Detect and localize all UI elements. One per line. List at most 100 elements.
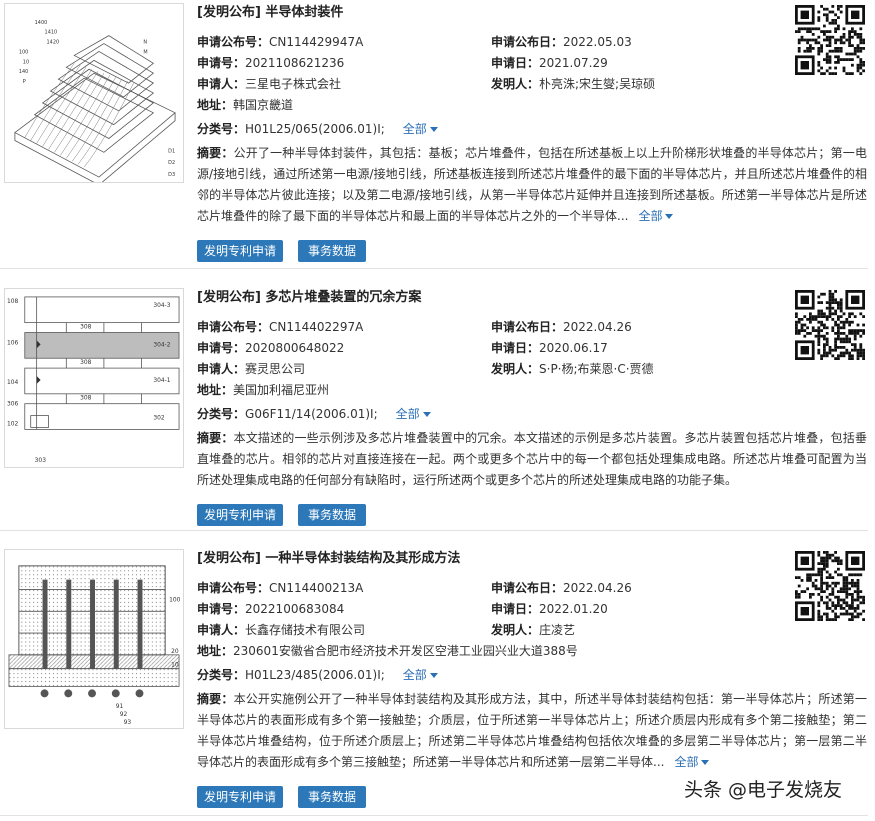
app-date-row: 申请日：2022.01.20 bbox=[491, 602, 608, 616]
classification-row: 分类号：H01L25/065(2006.01)I; 全部 bbox=[197, 118, 872, 140]
patent-application-button[interactable]: 发明专利申请 bbox=[197, 240, 283, 262]
figure-label: 20 bbox=[171, 648, 179, 655]
app-no-value: 2020800648022 bbox=[245, 341, 345, 355]
app-no-row: 申请号：2020800648022 bbox=[197, 341, 345, 355]
record-actions: 发明专利申请 事务数据 bbox=[197, 240, 872, 264]
inventor-row: 发明人：S·P·杨;布莱恩·C·贾德 bbox=[491, 362, 654, 376]
app-no-row: 申请号：2021108621236 bbox=[197, 56, 345, 70]
abstract-text: 本公开实施例公开了一种半导体封装结构及其形成方法，其中，所述半导体封装结构包括：… bbox=[197, 692, 867, 769]
figure-label: 102 bbox=[7, 420, 19, 427]
classification-value: G06F11/14(2006.01)I; bbox=[245, 407, 378, 421]
applicant-value: 三星电子株式会社 bbox=[245, 77, 342, 91]
record-title-text[interactable]: 半导体封装件 bbox=[265, 5, 343, 20]
record-meta-grid: 申请公布号：CN114429947A 申请公布日：2022.05.03 申请号：… bbox=[197, 32, 872, 95]
figure-label: 100 bbox=[169, 596, 181, 603]
record-title-text[interactable]: 多芯片堆叠装置的冗余方案 bbox=[265, 290, 421, 305]
figure-label: 304-2 bbox=[153, 341, 170, 348]
patent-drawing-thumbnail[interactable]: 108 106 104 102 306 303 304-3 304-2 304-… bbox=[4, 288, 184, 468]
address-row: 地址：美国加利福尼亚州 bbox=[197, 383, 330, 397]
chevron-down-icon bbox=[701, 760, 710, 765]
pub-date-value: 2022.05.03 bbox=[563, 35, 632, 49]
figure-label: 91 bbox=[116, 703, 124, 710]
pub-date-row: 申请公布日：2022.04.26 bbox=[491, 581, 632, 595]
record-title[interactable]: [发明公布] 半导体封装件 bbox=[197, 3, 872, 23]
record-title[interactable]: [发明公布] 多芯片堆叠装置的冗余方案 bbox=[197, 288, 872, 308]
legal-events-button[interactable]: 事务数据 bbox=[298, 504, 366, 526]
app-date-value: 2020.06.17 bbox=[539, 341, 608, 355]
address-row: 地址：230601安徽省合肥市经济技术开发区空港工业园兴业大道388号 bbox=[197, 644, 578, 658]
abstract: 摘要：公开了一种半导体封装件，其包括：基板；芯片堆叠件，包括在所述基板上以上升阶… bbox=[197, 146, 867, 223]
show-all-classes-link[interactable]: 全部 bbox=[403, 122, 438, 136]
chevron-down-icon bbox=[429, 127, 438, 132]
record-meta-grid: 申请公布号：CN114402297A 申请公布日：2022.04.26 申请号：… bbox=[197, 317, 872, 380]
svg-text:100: 100 bbox=[19, 49, 28, 55]
svg-text:P: P bbox=[23, 79, 26, 85]
expand-abstract-link[interactable]: 全部 bbox=[674, 755, 710, 769]
patent-application-button[interactable]: 发明专利申请 bbox=[197, 786, 283, 808]
figure-label: 108 bbox=[7, 298, 19, 305]
svg-text:N: N bbox=[143, 40, 147, 46]
figure-label: 303 bbox=[35, 457, 47, 464]
record-title-text[interactable]: 一种半导体封装结构及其形成方法 bbox=[265, 551, 460, 566]
patent-drawing-thumbnail[interactable]: 100 20 10 91 92 93 bbox=[4, 549, 184, 729]
applicant-row: 申请人：赛灵思公司 bbox=[197, 362, 306, 376]
applicant-value: 长鑫存储技术有限公司 bbox=[245, 623, 366, 637]
record-type-tag: [发明公布] bbox=[197, 290, 261, 305]
record-content: [发明公布] 多芯片堆叠装置的冗余方案 申请公布号：CN114402297A 申… bbox=[197, 288, 872, 528]
patent-application-button[interactable]: 发明专利申请 bbox=[197, 504, 283, 526]
pub-date-row: 申请公布日：2022.04.26 bbox=[491, 320, 632, 334]
figure-label: 304-1 bbox=[153, 377, 170, 384]
record-title[interactable]: [发明公布] 一种半导体封装结构及其形成方法 bbox=[197, 549, 872, 569]
svg-text:10: 10 bbox=[23, 59, 29, 65]
qr-code-icon bbox=[795, 5, 865, 75]
pub-no-row: 申请公布号：CN114402297A bbox=[197, 320, 364, 334]
qr-code-graphic bbox=[795, 290, 865, 360]
legal-events-button[interactable]: 事务数据 bbox=[298, 786, 366, 808]
record-type-tag: [发明公布] bbox=[197, 551, 261, 566]
svg-text:140: 140 bbox=[19, 69, 28, 75]
chevron-down-icon bbox=[429, 673, 438, 678]
record-divider bbox=[0, 530, 868, 531]
classification-value: H01L23/485(2006.01)I; bbox=[245, 668, 385, 682]
figure-label: 306 bbox=[7, 401, 19, 408]
stacked-chip-drawing: 1400 1410 1420 100 10 140 P NM D1 D2 D3 bbox=[14, 20, 176, 182]
abstract-text: 本文描述的一些示例涉及多芯片堆叠装置中的冗余。本文描述的示例是多芯片装置。多芯片… bbox=[197, 431, 867, 487]
pub-date-row: 申请公布日：2022.05.03 bbox=[491, 35, 632, 49]
classification-row: 分类号：G06F11/14(2006.01)I; 全部 bbox=[197, 403, 872, 425]
record-content: [发明公布] 半导体封装件 申请公布号：CN114429947A 申请公布日：2… bbox=[197, 3, 872, 264]
app-no-value: 2021108621236 bbox=[245, 56, 345, 70]
address-value: 韩国京畿道 bbox=[233, 98, 294, 112]
qr-code-icon bbox=[795, 551, 865, 621]
inventor-row: 发明人：庄凌艺 bbox=[491, 623, 576, 637]
figure-label: 302 bbox=[153, 415, 165, 422]
applicant-row: 申请人：长鑫存储技术有限公司 bbox=[197, 623, 366, 637]
address-value: 230601安徽省合肥市经济技术开发区空港工业园兴业大道388号 bbox=[233, 644, 578, 658]
expand-abstract-link[interactable]: 全部 bbox=[638, 209, 674, 223]
app-date-value: 2022.01.20 bbox=[539, 602, 608, 616]
figure-label: 10 bbox=[171, 662, 179, 669]
figure-label: 304-3 bbox=[153, 302, 170, 309]
show-all-classes-link[interactable]: 全部 bbox=[396, 407, 431, 421]
figure-label: 308 bbox=[80, 395, 92, 402]
record-actions: 发明专利申请 事务数据 bbox=[197, 504, 872, 528]
address-row: 地址：韩国京畿道 bbox=[197, 98, 294, 112]
pub-no-row: 申请公布号：CN114400213A bbox=[197, 581, 364, 595]
address-value: 美国加利福尼亚州 bbox=[233, 383, 330, 397]
show-all-classes-link[interactable]: 全部 bbox=[403, 668, 438, 682]
patent-drawing-thumbnail[interactable]: 1400 1410 1420 100 10 140 P NM D1 D2 D3 bbox=[4, 3, 184, 183]
pub-no-value: CN114402297A bbox=[269, 320, 364, 334]
record-type-tag: [发明公布] bbox=[197, 5, 261, 20]
figure-label: 104 bbox=[7, 379, 19, 386]
pub-date-value: 2022.04.26 bbox=[563, 320, 632, 334]
svg-text:1400: 1400 bbox=[35, 20, 48, 26]
chevron-down-icon bbox=[422, 412, 431, 417]
legal-events-button[interactable]: 事务数据 bbox=[298, 240, 366, 262]
classification-value: H01L25/065(2006.01)I; bbox=[245, 122, 385, 136]
applicant-row: 申请人：三星电子株式会社 bbox=[197, 77, 342, 91]
app-date-row: 申请日：2020.06.17 bbox=[491, 341, 608, 355]
inventor-value: 朴亮洙;宋生燮;吴琼硕 bbox=[539, 77, 656, 91]
record-meta-grid: 申请公布号：CN114400213A 申请公布日：2022.04.26 申请号：… bbox=[197, 578, 872, 641]
svg-text:1420: 1420 bbox=[47, 40, 60, 46]
figure-label: 308 bbox=[80, 359, 92, 366]
app-date-value: 2021.07.29 bbox=[539, 56, 608, 70]
